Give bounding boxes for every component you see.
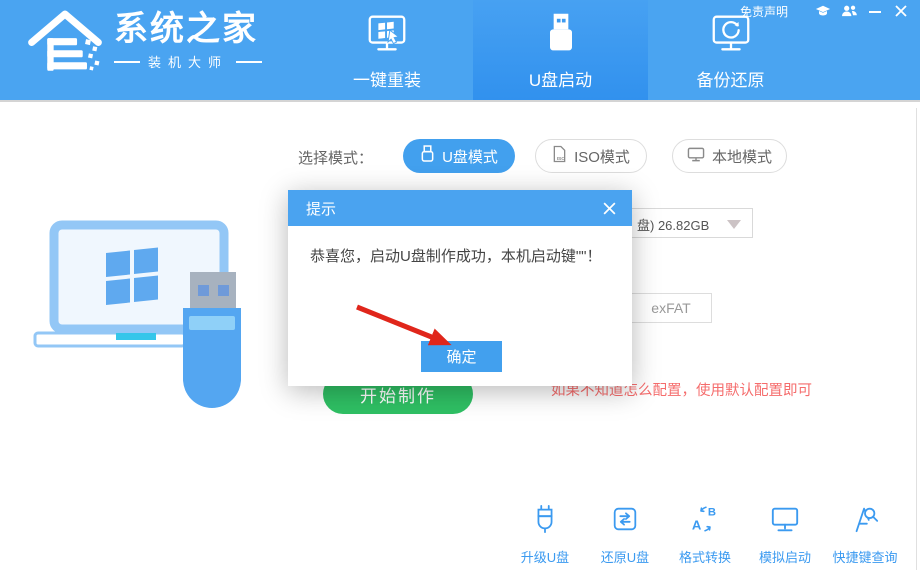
hotkey-search-icon <box>850 503 880 538</box>
tab-label: 备份还原 <box>697 66 765 91</box>
brand-logo: 系统之家 装机大师 <box>26 6 262 76</box>
tab-one-key-reinstall[interactable]: 一键重装 <box>327 0 447 100</box>
tab-label: 一键重装 <box>353 66 421 91</box>
minimize-icon[interactable] <box>866 2 884 20</box>
brand-subtitle: 装机大师 <box>114 52 262 71</box>
monitor-icon <box>687 146 705 167</box>
usb-restore-icon <box>610 503 640 538</box>
dialog-message: 恭喜您，启动U盘制作成功，本机启动键""！ <box>310 246 616 269</box>
mode-label: 本地模式 <box>712 146 772 167</box>
mode-label: U盘模式 <box>442 146 498 167</box>
graduation-cap-icon[interactable] <box>814 2 832 20</box>
app-window: 系统之家 装机大师 <box>0 0 920 580</box>
tool-label: 格式转换 <box>679 547 731 566</box>
tool-label: 模拟启动 <box>759 547 811 566</box>
usb-plug-icon <box>530 503 560 538</box>
dialog-title: 提示 <box>306 198 336 219</box>
brand-text: 系统之家 装机大师 <box>114 11 262 71</box>
svg-text:B: B <box>708 506 716 518</box>
format-convert-icon: A B <box>690 503 720 538</box>
content-right-border <box>916 108 917 570</box>
ok-button[interactable]: 确定 <box>421 341 502 372</box>
mode-usb-button[interactable]: U盘模式 <box>403 139 515 173</box>
tab-label: U盘启动 <box>529 66 592 91</box>
brand-title: 系统之家 <box>114 11 262 48</box>
laptop-usb-illustration <box>30 215 260 425</box>
mode-iso-button[interactable]: ISO ISO模式 <box>535 139 647 173</box>
tool-label: 升级U盘 <box>521 547 569 566</box>
tool-format-convert[interactable]: A B 格式转换 <box>660 503 750 566</box>
dialog-titlebar: 提示 <box>288 190 632 226</box>
disclaimer-link[interactable]: 免责声明 <box>740 3 788 20</box>
format-option-exfat[interactable]: exFAT <box>630 293 712 323</box>
device-select-value: 盘) 26.82GB <box>637 215 709 234</box>
usb-icon <box>420 145 435 167</box>
tool-label: 还原U盘 <box>601 547 649 566</box>
svg-text:ISO: ISO <box>557 156 566 162</box>
tool-hotkey-query[interactable]: 快捷键查询 <box>820 503 910 566</box>
dash-right <box>236 61 262 63</box>
monitor-icon <box>770 503 800 538</box>
monitor-windows-icon <box>364 10 410 61</box>
mode-local-button[interactable]: 本地模式 <box>672 139 787 173</box>
close-icon[interactable] <box>600 199 618 217</box>
mode-select-label: 选择模式： <box>298 147 373 168</box>
tool-upgrade-usb[interactable]: 升级U盘 <box>500 503 590 566</box>
caret-down-icon[interactable] <box>727 220 741 229</box>
tool-label: 快捷键查询 <box>832 547 897 566</box>
house-icon <box>26 6 104 76</box>
success-dialog: 提示 恭喜您，启动U盘制作成功，本机启动键""！ 确定 <box>288 190 632 386</box>
dash-left <box>114 61 140 63</box>
brand-subtitle-label: 装机大师 <box>148 52 228 71</box>
users-icon[interactable] <box>840 2 858 20</box>
titlebar-controls: 免责声明 <box>740 0 920 22</box>
close-icon[interactable] <box>892 2 910 20</box>
tool-restore-usb[interactable]: 还原U盘 <box>580 503 670 566</box>
mode-label: ISO模式 <box>574 146 630 167</box>
tool-simulate-boot[interactable]: 模拟启动 <box>740 503 830 566</box>
usb-drive-icon <box>539 10 583 61</box>
titlebar: 系统之家 装机大师 <box>0 0 920 102</box>
iso-file-icon: ISO <box>552 145 567 167</box>
svg-text:A: A <box>692 517 702 532</box>
tab-usb-boot[interactable]: U盘启动 <box>473 0 648 100</box>
